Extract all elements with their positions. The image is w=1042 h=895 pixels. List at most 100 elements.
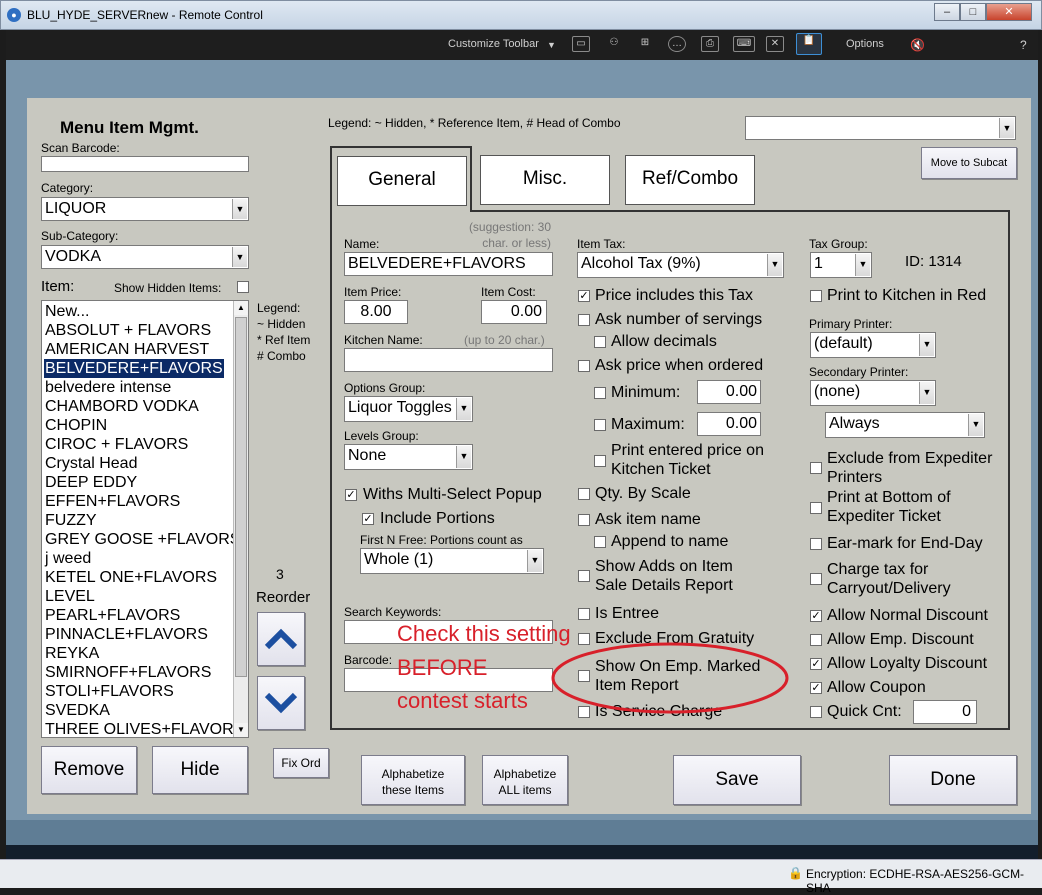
list-item[interactable]: GREY GOOSE +FLAVORS	[44, 530, 241, 549]
is-entree-checkbox[interactable]	[578, 608, 590, 620]
minimum-input[interactable]: 0.00	[697, 380, 761, 404]
move-to-subcat-button[interactable]: Move to Subcat	[921, 147, 1017, 179]
ask-item-name-checkbox[interactable]	[578, 514, 590, 526]
portion-select[interactable]: Whole (1) ▼	[360, 548, 544, 574]
alphabetize-these-button[interactable]: Alphabetize these Items	[361, 755, 465, 805]
minimum-checkbox[interactable]	[594, 387, 606, 399]
list-item[interactable]: CHAMBORD VODKA	[44, 397, 200, 416]
clipboard-icon[interactable]: 📋	[796, 33, 822, 55]
append-to-name-checkbox[interactable]	[594, 536, 606, 548]
print-bottom-checkbox[interactable]	[810, 502, 822, 514]
tab-misc[interactable]: Misc.	[480, 155, 610, 205]
print-kitchen-red-checkbox[interactable]	[810, 290, 822, 302]
remove-button[interactable]: Remove	[41, 746, 137, 794]
name-input[interactable]: BELVEDERE+FLAVORS	[344, 252, 553, 276]
item-cost-input[interactable]: 0.00	[481, 300, 547, 324]
maximum-checkbox[interactable]	[594, 419, 606, 431]
primary-printer-select[interactable]: (default) ▼	[810, 332, 936, 358]
fix-order-button[interactable]: Fix Ord	[273, 748, 329, 778]
scan-barcode-input[interactable]	[41, 156, 249, 172]
tab-ref-combo[interactable]: Ref/Combo	[625, 155, 755, 205]
chat-icon[interactable]: …	[668, 36, 686, 52]
done-button[interactable]: Done	[889, 755, 1017, 805]
list-item[interactable]: Crystal Head	[44, 454, 138, 473]
subcategory-target-select[interactable]: ▼	[745, 116, 1016, 140]
scroll-up-icon[interactable]: ▲	[234, 301, 248, 315]
list-item[interactable]: THREE OLIVES+FLAVORS	[44, 720, 245, 737]
options-button[interactable]: Options	[846, 38, 884, 50]
list-scrollbar[interactable]: ▲ ▼	[233, 301, 248, 737]
hide-button[interactable]: Hide	[152, 746, 248, 794]
print-mode-select[interactable]: Always ▼	[825, 412, 985, 438]
levels-group-select[interactable]: None ▼	[344, 444, 473, 470]
network-icon[interactable]: ⊞	[636, 36, 654, 52]
exclude-expediter-checkbox[interactable]	[810, 462, 822, 474]
help-button[interactable]: ?	[1020, 38, 1027, 52]
alphabetize-all-button[interactable]: Alphabetize ALL items	[482, 755, 568, 805]
item-tax-select[interactable]: Alcohol Tax (9%) ▼	[577, 252, 784, 278]
list-item[interactable]: AMERICAN HARVEST	[44, 340, 210, 359]
tab-general[interactable]: General	[337, 156, 467, 206]
list-item[interactable]: PEARL+FLAVORS	[44, 606, 181, 625]
print-entered-price-checkbox[interactable]	[594, 455, 606, 467]
save-button[interactable]: Save	[673, 755, 801, 805]
list-item[interactable]: KETEL ONE+FLAVORS	[44, 568, 218, 587]
allow-decimals-checkbox[interactable]	[594, 336, 606, 348]
allow-coupon-checkbox[interactable]: ✓	[810, 682, 822, 694]
monitors-icon[interactable]: ⚇	[605, 36, 623, 52]
show-hidden-checkbox[interactable]	[237, 281, 249, 293]
ask-price-checkbox[interactable]	[578, 360, 590, 372]
list-item[interactable]: PINNACLE+FLAVORS	[44, 625, 209, 644]
list-item[interactable]: LEVEL	[44, 587, 96, 606]
list-item[interactable]: CIROC + FLAVORS	[44, 435, 189, 454]
screen-off-icon[interactable]: ✕	[766, 36, 784, 52]
customize-toolbar-button[interactable]: Customize Toolbar	[448, 38, 539, 50]
options-group-select[interactable]: Liquor Toggles ▼	[344, 396, 473, 422]
window-icon[interactable]: ▭	[572, 36, 590, 52]
include-portions-checkbox[interactable]: ✓	[362, 513, 374, 525]
list-item[interactable]: REYKA	[44, 644, 100, 663]
close-button[interactable]: ✕	[986, 3, 1032, 21]
list-item[interactable]: FUZZY	[44, 511, 98, 530]
list-item[interactable]: ABSOLUT + FLAVORS	[44, 321, 212, 340]
item-list[interactable]: New... ABSOLUT + FLAVORS AMERICAN HARVEST B…	[41, 300, 249, 738]
qty-by-scale-checkbox[interactable]	[578, 488, 590, 500]
list-item[interactable]: SMIRNOFF+FLAVORS	[44, 663, 212, 682]
withs-checkbox[interactable]: ✓	[345, 489, 357, 501]
printer-icon[interactable]: ⎙	[701, 36, 719, 52]
quick-count-checkbox[interactable]	[810, 706, 822, 718]
earmark-checkbox[interactable]	[810, 538, 822, 550]
list-item[interactable]: SVEDKA	[44, 701, 111, 720]
chevron-down-icon[interactable]: ▼	[547, 40, 556, 50]
ask-servings-checkbox[interactable]	[578, 314, 590, 326]
scroll-down-icon[interactable]: ▼	[234, 723, 248, 737]
minimize-button[interactable]: –	[934, 3, 960, 21]
list-item[interactable]: belvedere intense	[44, 378, 172, 397]
move-up-button[interactable]	[257, 612, 305, 666]
kitchen-name-input[interactable]	[344, 348, 553, 372]
tax-group-select[interactable]: 1 ▼	[810, 252, 872, 278]
list-item[interactable]: EFFEN+FLAVORS	[44, 492, 181, 511]
scroll-thumb[interactable]	[235, 317, 247, 677]
quick-count-input[interactable]: 0	[913, 700, 977, 724]
maximum-input[interactable]: 0.00	[697, 412, 761, 436]
list-item[interactable]: BELVEDERE+FLAVORS	[44, 359, 224, 378]
list-item[interactable]: STOLI+FLAVORS	[44, 682, 175, 701]
maximize-button[interactable]: □	[960, 3, 986, 21]
list-item[interactable]: CHOPIN	[44, 416, 108, 435]
keyboard-icon[interactable]: ⌨	[733, 36, 755, 52]
allow-loyalty-discount-checkbox[interactable]: ✓	[810, 658, 822, 670]
secondary-printer-select[interactable]: (none) ▼	[810, 380, 936, 406]
allow-emp-discount-checkbox[interactable]	[810, 634, 822, 646]
item-price-input[interactable]: 8.00	[344, 300, 408, 324]
charge-tax-checkbox[interactable]	[810, 573, 822, 585]
mute-icon[interactable]: 🔇	[910, 38, 925, 52]
category-select[interactable]: LIQUOR ▼	[41, 197, 249, 221]
allow-normal-discount-checkbox[interactable]: ✓	[810, 610, 822, 622]
list-item[interactable]: DEEP EDDY	[44, 473, 138, 492]
list-item[interactable]: j weed	[44, 549, 92, 568]
move-down-button[interactable]	[257, 676, 305, 730]
list-item[interactable]: New...	[44, 302, 90, 321]
show-adds-checkbox[interactable]	[578, 570, 590, 582]
price-includes-tax-checkbox[interactable]: ✓	[578, 290, 590, 302]
